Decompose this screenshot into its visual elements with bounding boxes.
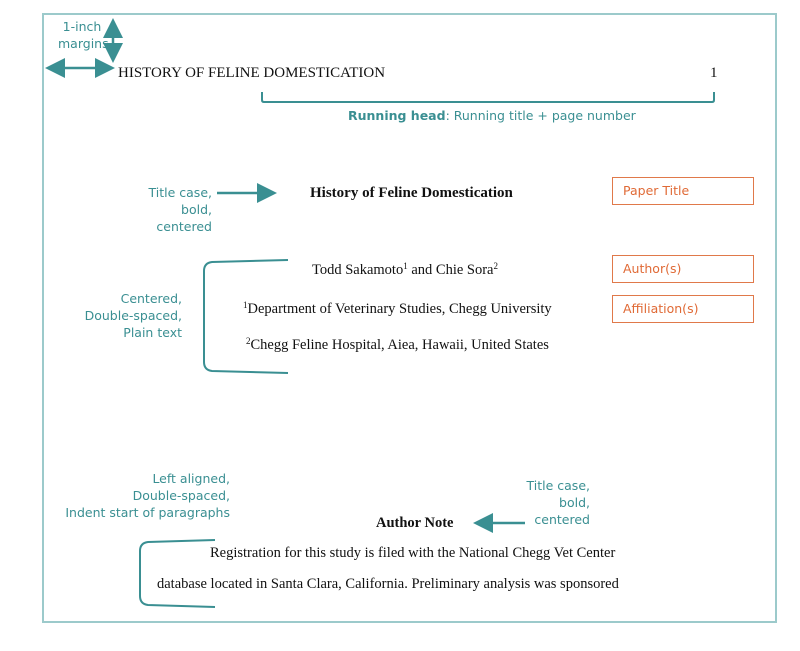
annotation-line: centered	[534, 512, 590, 527]
paragraph-style-annotation: Left aligned, Double-spaced, Indent star…	[60, 470, 230, 521]
affiliation-text: Department of Veterinary Studies, Chegg …	[247, 301, 552, 317]
author-note-style-annotation: Title case, bold, centered	[500, 477, 590, 528]
annotation-line: Title case,	[148, 185, 212, 200]
running-head-annotation-desc: : Running title + page number	[445, 108, 636, 123]
running-head-bracket-icon	[261, 92, 715, 103]
author-line: Todd Sakamoto1 and Chie Sora2	[312, 262, 498, 279]
author-superscript: 2	[493, 261, 499, 271]
author-name: Chie Sora	[435, 262, 494, 278]
annotation-line: Left aligned,	[152, 471, 230, 486]
authors-label: Author(s)	[612, 255, 754, 283]
affiliation-line: 2Chegg Feline Hospital, Aiea, Hawaii, Un…	[246, 337, 549, 354]
annotation-line: 1-inch	[62, 19, 102, 34]
title-style-annotation: Title case, bold, centered	[120, 184, 212, 235]
affiliation-text: Chegg Feline Hospital, Aiea, Hawaii, Uni…	[250, 337, 549, 353]
paper-title: History of Feline Domestication	[310, 185, 513, 201]
paragraph-bracket-icon	[139, 539, 216, 608]
author-name: Todd Sakamoto	[312, 262, 404, 278]
annotation-line: bold,	[559, 495, 590, 510]
author-note-paragraph-line: Registration for this study is filed wit…	[210, 545, 616, 561]
annotation-line: Double-spaced,	[84, 308, 182, 323]
affiliations-label: Affiliation(s)	[612, 295, 754, 323]
annotation-line: margins	[58, 36, 109, 51]
annotation-line: Indent start of paragraphs	[65, 505, 230, 520]
annotation-line: bold,	[181, 202, 212, 217]
author-joiner: and	[407, 262, 436, 278]
annotation-line: Centered,	[120, 291, 182, 306]
running-head-annotation-label: Running head	[348, 108, 446, 123]
margins-annotation: 1-inch margins	[58, 18, 109, 52]
annotation-line: Title case,	[526, 478, 590, 493]
annotation-line: Double-spaced,	[132, 488, 230, 503]
affiliation-line: 1Department of Veterinary Studies, Chegg…	[243, 301, 552, 318]
running-head-title: HISTORY OF FELINE DOMESTICATION	[118, 65, 386, 81]
annotation-line: centered	[156, 219, 212, 234]
running-head-annotation: Running head: Running title + page numbe…	[348, 107, 636, 124]
page-number: 1	[710, 65, 718, 81]
author-note-paragraph-line: database located in Santa Clara, Califor…	[157, 576, 619, 592]
paper-title-label: Paper Title	[612, 177, 754, 205]
annotation-line: Plain text	[123, 325, 182, 340]
author-note-heading: Author Note	[376, 515, 454, 531]
author-block-style-annotation: Centered, Double-spaced, Plain text	[62, 290, 182, 341]
